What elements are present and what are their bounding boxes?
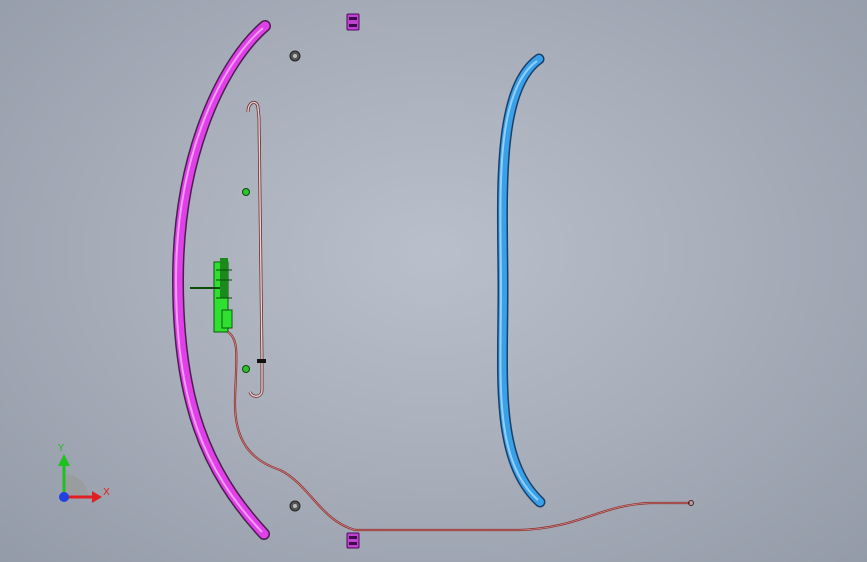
connector-block[interactable]	[190, 258, 233, 333]
cad-viewport[interactable]: X Y	[0, 0, 867, 562]
assembly-scene[interactable]	[0, 0, 867, 562]
coordinate-triad	[58, 454, 102, 503]
clip-bottom[interactable]	[346, 532, 360, 549]
marker-dot-upper	[242, 188, 250, 196]
clip-top[interactable]	[346, 13, 360, 31]
hook-rod[interactable]	[246, 101, 266, 398]
y-axis-label: Y	[58, 443, 65, 454]
wiring-cable[interactable]	[227, 331, 694, 532]
z-axis-point	[59, 492, 69, 502]
grommet-bottom[interactable]	[289, 500, 301, 512]
x-axis-label: X	[103, 487, 110, 498]
grommet-top[interactable]	[289, 50, 301, 62]
marker-dot-lower	[242, 365, 250, 373]
right-curved-rail[interactable]	[496, 53, 546, 508]
y-axis-arrowhead	[58, 454, 70, 466]
x-axis-arrowhead	[92, 491, 102, 503]
